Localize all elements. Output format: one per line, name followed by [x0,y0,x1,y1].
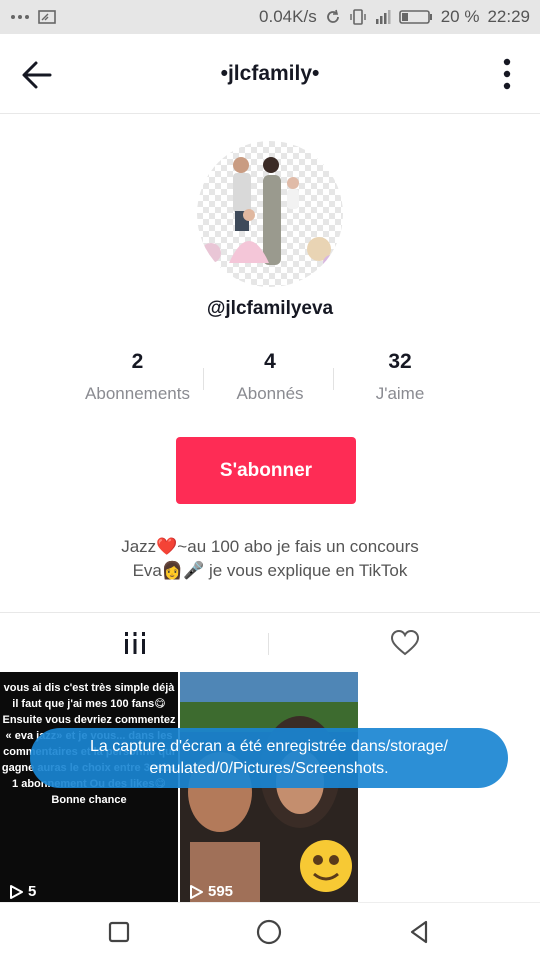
battery-level: 20 % [440,7,480,26]
bio-line: Jazz❤️~au 100 abo je fais un concours [121,537,419,556]
profile-bio: Jazz❤️~au 100 abo je fais un concours Ev… [0,535,540,583]
sync-icon [325,9,341,25]
network-speed: 0.04K/s [259,7,317,26]
view-count-value: 595 [208,883,234,900]
play-icon [190,884,203,899]
following-label: Abonnements [85,384,190,403]
toast-line: emulated/0/Pictures/Screenshots. [149,760,389,777]
stat-following[interactable]: 2 Abonnements [70,350,205,404]
toast-line: La capture d'écran a été enregistrée dan… [90,738,448,755]
kebab-menu-icon [503,58,511,90]
followers-label: Abonnés [236,384,304,403]
view-count-value: 5 [28,883,37,900]
home-button[interactable] [254,917,284,947]
view-count: 5 [8,883,36,900]
page-title: •jlcfamily• [220,61,320,85]
back-nav-button[interactable] [404,917,434,947]
heart-icon [391,630,419,656]
likes-label: J'aime [375,384,425,403]
view-count: 595 [188,883,233,900]
profile-stats: 2 Abonnements 4 Abonnés 32 J'aime [70,350,470,410]
signal-icon [375,9,391,25]
tab-liked[interactable] [270,613,540,673]
arrow-left-icon [22,61,52,89]
tab-divider [268,633,269,655]
stat-divider [333,368,334,390]
stat-followers[interactable]: 4 Abonnés [205,350,335,404]
back-button[interactable] [20,58,54,92]
dots-icon [10,12,30,22]
following-count: 2 [131,350,144,373]
followers-count: 4 [264,350,276,373]
profile-header: •jlcfamily• [0,34,540,114]
profile-handle: @jlcfamilyeva [206,298,334,319]
stat-likes: 32 J'aime [335,350,465,404]
clock: 22:29 [487,7,530,26]
screenshot-toast: La capture d'écran a été enregistrée dan… [30,728,508,788]
battery-icon [398,9,433,25]
profile-avatar[interactable] [197,141,343,287]
square-icon [108,921,130,943]
content-tabs [0,612,540,672]
likes-count: 32 [388,350,412,373]
vibrate-icon [349,9,367,25]
triangle-back-icon [410,920,428,944]
tab-videos[interactable] [0,613,270,673]
cast-icon [38,10,56,24]
status-bar: 0.04K/s 20 % 22:29 [0,0,540,34]
follow-button[interactable]: S'abonner [176,437,356,504]
play-icon [10,884,23,899]
recents-button[interactable] [104,917,134,947]
bio-line: Eva👩🎤 je vous explique en TikTok [132,561,408,580]
circle-icon [256,919,282,945]
grid-icon [125,632,145,654]
system-nav-bar [0,902,540,960]
stat-divider [203,368,204,390]
more-options-button[interactable] [500,56,514,92]
